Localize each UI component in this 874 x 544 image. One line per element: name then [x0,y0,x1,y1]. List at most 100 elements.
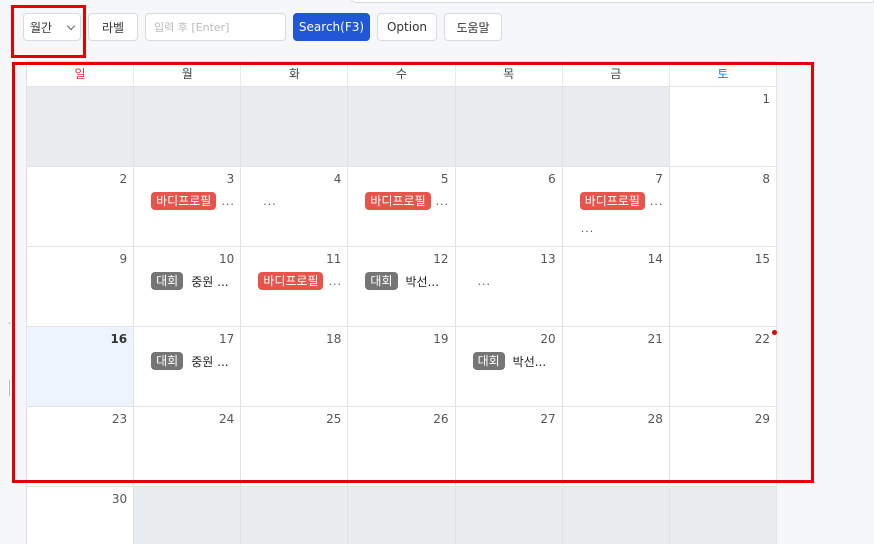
day-number: 22 [754,332,770,346]
calendar-day-cell[interactable]: 29 [669,407,777,487]
day-number: 29 [754,412,770,426]
calendar-day-cell[interactable] [348,487,456,544]
calendar-day-cell[interactable]: 22 [669,327,777,407]
calendar-event[interactable]: 대회 박선... [472,352,558,370]
calendar-day-cell[interactable]: 7 바디프로필...... [562,167,670,247]
calendar-day-cell[interactable] [669,487,777,544]
calendar-day-cell[interactable]: 25 [241,407,349,487]
weekday-header: 일 월 화 수 목 금 토 [26,61,777,87]
calendar-day-cell[interactable]: 1 [669,87,777,167]
calendar-day-cell[interactable] [134,87,242,167]
calendar-day-cell[interactable]: 14 [562,247,670,327]
calendar-day-cell[interactable] [348,87,456,167]
event-badge: 대회 [472,352,505,370]
calendar-event[interactable]: 바디프로필... [151,192,236,210]
event-badge: 바디프로필 [151,192,217,210]
help-button[interactable]: 도움말 [444,13,502,41]
day-number: 8 [762,172,770,186]
calendar-day-cell[interactable]: 21 [562,327,670,407]
event-badge: 바디프로필 [579,192,645,210]
search-button[interactable]: Search(F3) [293,13,370,41]
calendar-day-cell[interactable]: 24 [134,407,242,487]
calendar-day-cell[interactable]: 19 [348,327,456,407]
day-number: 12 [433,252,449,266]
calendar-day-cell[interactable]: 23 [26,407,135,487]
day-number: 9 [119,252,128,266]
calendar-day-cell[interactable]: 6 [455,167,563,247]
left-edge-mark [9,380,10,396]
day-number: 14 [647,252,663,266]
more-events-indicator[interactable]: ... [258,192,343,210]
view-select[interactable]: 월간 [23,13,81,41]
event-badge: 대회 [151,352,184,370]
calendar-day-cell[interactable]: 30 [26,487,135,544]
weekday-fri: 금 [563,62,670,86]
calendar-day-cell[interactable]: 16 [26,327,135,407]
calendar-day-cell[interactable]: 3 바디프로필... [134,167,242,247]
day-number: 3 [226,172,235,186]
day-number: 11 [326,252,342,266]
calendar-day-cell[interactable]: 27 [455,407,563,487]
calendar-day-cell[interactable] [241,487,349,544]
left-edge-mark [9,322,10,324]
calendar-day-cell[interactable] [562,487,670,544]
event-more-ellipsis: ... [435,194,450,208]
calendar-day-cell[interactable] [241,87,349,167]
event-badge: 바디프로필 [258,272,324,290]
view-select-label: 월간 [30,20,53,35]
calendar-event[interactable]: 대회 중원 ... [151,272,236,290]
calendar-day-cell[interactable] [455,87,563,167]
label-button[interactable]: 라벨 [88,13,138,41]
calendar-day-cell[interactable]: 18 [241,327,349,407]
calendar-day-cell[interactable]: 11 바디프로필... [241,247,349,327]
day-number: 26 [433,412,449,426]
calendar-event[interactable]: 바디프로필... [365,192,450,210]
calendar-grid: 1 2 3 바디프로필... 4... 5 바디프로필... 6 7 바디프로필...... 8 9 1… [26,87,777,544]
calendar-event[interactable]: 대회 중원 ... [151,352,236,370]
day-number: 27 [540,412,556,426]
day-number: 23 [111,412,128,426]
calendar-event[interactable]: 대회 박선... [365,272,450,290]
calendar-day-cell[interactable]: 28 [562,407,670,487]
calendar-week: 9 10 대회 중원 ... 11 바디프로필... 12 대회 박선... 13... 14 15 [26,247,777,327]
calendar-event[interactable]: 바디프로필... [258,272,343,290]
calendar-day-cell[interactable] [562,87,670,167]
calendar-day-cell[interactable]: 15 [669,247,777,327]
weekday-mon: 월 [134,62,242,86]
calendar-day-cell[interactable]: 17 대회 중원 ... [134,327,242,407]
calendar-day-cell[interactable]: 8 [669,167,777,247]
calendar-day-cell[interactable]: 13... [455,247,563,327]
calendar-day-cell[interactable]: 9 [26,247,135,327]
option-button[interactable]: Option [377,13,437,41]
calendar-day-cell[interactable]: 20 대회 박선... [455,327,563,407]
day-number: 6 [548,172,556,186]
event-title: 중원 ... [191,354,229,369]
weekday-thu: 목 [456,62,563,86]
day-number: 20 [540,332,556,346]
calendar-day-cell[interactable] [134,487,242,544]
calendar-day-cell[interactable]: 12 대회 박선... [348,247,456,327]
more-events-indicator[interactable]: ... [581,219,665,237]
red-dot-marker [772,330,777,335]
day-number: 16 [110,332,128,346]
calendar-day-cell[interactable]: 5 바디프로필... [348,167,456,247]
calendar-day-cell[interactable]: 10 대회 중원 ... [134,247,242,327]
calendar-day-cell[interactable]: 2 [26,167,135,247]
calendar-week: 1 [26,87,777,167]
more-events-indicator[interactable]: ... [473,272,558,290]
event-more-ellipsis: ... [221,194,235,208]
calendar-day-cell[interactable] [455,487,563,544]
calendar-event[interactable]: 바디프로필... [579,192,665,210]
day-number: 24 [219,412,235,426]
search-input[interactable] [145,13,286,41]
calendar-day-cell[interactable]: 26 [348,407,456,487]
event-more-ellipsis: ... [580,221,595,235]
calendar-day-cell[interactable]: 4... [241,167,349,247]
event-title: 박선... [405,274,440,289]
calendar-day-cell[interactable] [26,87,135,167]
month-calendar: 일 월 화 수 목 금 토 1 2 3 바디프로필... 4... 5 바디프로필... 6 7… [26,61,777,544]
day-number: 30 [111,492,128,506]
chevron-down-icon [66,21,76,30]
calendar-week: 2 3 바디프로필... 4... 5 바디프로필... 6 7 바디프로필...... 8 [26,167,777,247]
day-number: 5 [440,172,449,186]
